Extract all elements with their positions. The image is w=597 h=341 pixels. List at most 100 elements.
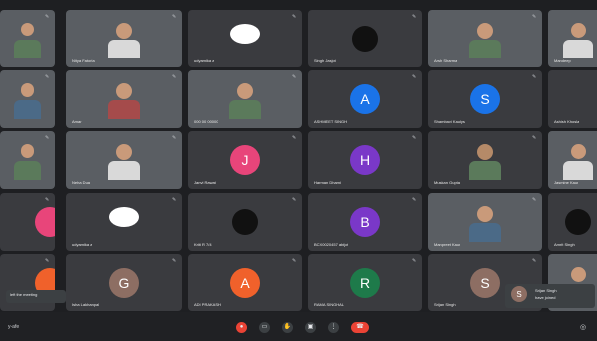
participant-name: ASHMEET SINGH	[314, 119, 348, 124]
participant-tile-r1c4[interactable]: ✎ Singh Jasjot	[308, 10, 422, 67]
person-video-icon	[116, 22, 132, 39]
participant-logo-icon	[109, 207, 139, 227]
mic-muted-icon: ✎	[45, 14, 50, 20]
person-video-icon	[570, 22, 586, 38]
participant-name: Kriti R 7/4	[194, 242, 212, 247]
participant-name: Nitya Fatoria	[72, 58, 95, 63]
joined-sub: have joined	[535, 295, 556, 300]
mic-muted-icon: ✎	[292, 135, 297, 141]
participant-tile-r5c2[interactable]: G ✎ Isha Lakhanpal	[66, 254, 182, 311]
participant-avatar: S	[470, 84, 500, 114]
mic-muted-icon: ✎	[412, 135, 417, 141]
person-body-shape	[563, 39, 593, 58]
person-body-shape	[108, 161, 140, 180]
person-video-icon	[477, 143, 493, 160]
participant-tile-r5c3[interactable]: A ✎ ADI PRAKASH	[188, 254, 302, 311]
camera-button[interactable]: ▭	[259, 322, 270, 333]
mic-muted-icon: ✎	[412, 74, 417, 80]
participant-name: ADI PRAKASH	[194, 302, 221, 307]
mic-muted-icon: ✎	[532, 258, 537, 264]
mic-muted-icon: ✎	[412, 258, 417, 264]
participant-name: Isha Lakhanpal	[72, 302, 100, 307]
person-body-shape	[469, 39, 501, 58]
participant-name: Shambavi Kaulys	[434, 119, 465, 124]
person-body-shape	[563, 161, 593, 180]
participant-tile-r1c3[interactable]: ✎ udyamika a	[188, 10, 302, 67]
person-body-shape	[469, 223, 501, 242]
participant-name: Arsh Sharma	[434, 58, 458, 63]
participant-avatar: A	[350, 84, 380, 114]
meeting-code-label: y-afe	[8, 324, 20, 330]
participant-tile-r4c2[interactable]: ✎ udyamika a	[66, 193, 182, 251]
info-icon[interactable]: ◎	[580, 323, 586, 331]
person-video-icon	[570, 143, 586, 159]
mic-muted-icon: ✎	[172, 74, 177, 80]
participant-name: Amrit Singh	[554, 242, 575, 247]
raise-hand-button[interactable]: ✋	[282, 322, 293, 333]
participant-tile-r4c4[interactable]: B ✎ BCX0020457 abijot	[308, 193, 422, 251]
participant-tile-r3c1[interactable]: ✎	[0, 131, 55, 189]
mic-muted-icon: ✎	[292, 258, 297, 264]
left-meeting-toast: left the meeting	[6, 290, 66, 303]
end-call-button[interactable]: ☎	[351, 322, 369, 333]
participant-name: RAMA SINGHAL	[314, 302, 345, 307]
participant-tile-r4c1[interactable]: ✎	[0, 193, 55, 251]
participant-avatar: S	[470, 267, 500, 298]
participant-logo-icon	[352, 25, 378, 52]
participant-tile-r2c1[interactable]: ✎	[0, 70, 55, 128]
participant-tile-r1c6[interactable]: ✎Mandeep	[548, 10, 597, 67]
participant-tile-r2c2[interactable]: ✎ Amar	[66, 70, 182, 128]
participant-tile-r4c5[interactable]: ✎ Manpreet Kaur	[428, 193, 542, 251]
mic-muted-icon: ✎	[45, 74, 50, 80]
participant-name: udyamika a	[194, 58, 215, 63]
participant-avatar: R	[350, 267, 380, 298]
person-body-shape	[108, 39, 140, 58]
participant-tile-r3c5[interactable]: ✎ Muskan Gupta	[428, 131, 542, 189]
mic-off-button[interactable]: ●	[236, 322, 247, 333]
participant-avatar: B	[350, 207, 380, 237]
participant-name: Jasmine Kaur	[554, 180, 579, 185]
participant-tile-r3c4[interactable]: H ✎ Harman Dhami	[308, 131, 422, 189]
participant-tile-r2c5[interactable]: S ✎ Shambavi Kaulys	[428, 70, 542, 128]
participant-name: Ashish Khosla	[554, 119, 580, 124]
participant-tile-r2c4[interactable]: A ✎ ASHMEET SINGH	[308, 70, 422, 128]
mic-muted-icon: ✎	[412, 197, 417, 203]
person-body-shape	[13, 100, 42, 119]
person-video-icon	[477, 22, 493, 39]
participant-tile-r3c6[interactable]: ✎Jasmine Kaur	[548, 131, 597, 189]
participant-logo-icon	[565, 209, 591, 235]
person-body-shape	[469, 161, 501, 180]
person-body-shape	[229, 100, 261, 119]
present-button[interactable]: ▣	[305, 322, 316, 333]
participant-tile-r1c1[interactable]: ✎	[0, 10, 55, 67]
participant-avatar: H	[350, 145, 380, 175]
joined-toast: S Srijan Singh have joined	[505, 284, 595, 308]
participant-tile-r3c3[interactable]: J ✎ Janvi Rawat	[188, 131, 302, 189]
more-options-button[interactable]: ⋮	[328, 322, 339, 333]
participant-logo-icon	[232, 209, 258, 235]
participant-name: Muskan Gupta	[434, 180, 461, 185]
participant-avatar: J	[230, 145, 260, 175]
mic-muted-icon: ✎	[532, 135, 537, 141]
participant-tile-r5c4[interactable]: R ✎ RAMA SINGHAL	[308, 254, 422, 311]
participant-name: Harman Dhami	[314, 180, 341, 185]
participant-tile-r1c5[interactable]: ✎ Arsh Sharma	[428, 10, 542, 67]
mic-muted-icon: ✎	[172, 135, 177, 141]
participant-tile-r1c2[interactable]: ✎ Nitya Fatoria	[66, 10, 182, 67]
person-video-icon	[477, 205, 493, 222]
participant-tile-r2c3[interactable]: ✎ 000 00 00000	[188, 70, 302, 128]
participant-tile-r4c3[interactable]: ✎ Kriti R 7/4	[188, 193, 302, 251]
participant-tile-r3c2[interactable]: ✎ Neha Dua	[66, 131, 182, 189]
mic-muted-icon: ✎	[172, 258, 177, 264]
mic-muted-icon: ✎	[172, 197, 177, 203]
participant-tile-r4c6[interactable]: ✎Amrit Singh	[548, 193, 597, 251]
mic-muted-icon: ✎	[45, 135, 50, 141]
mic-muted-icon: ✎	[292, 14, 297, 20]
person-body-shape	[13, 39, 42, 58]
participant-avatar: A	[230, 267, 260, 298]
person-body-shape	[108, 100, 140, 119]
participant-tile-r2c6[interactable]: ✎Ashish Khosla	[548, 70, 597, 128]
mic-muted-icon: ✎	[172, 14, 177, 20]
mic-muted-icon: ✎	[412, 14, 417, 20]
person-video-icon	[570, 266, 586, 282]
